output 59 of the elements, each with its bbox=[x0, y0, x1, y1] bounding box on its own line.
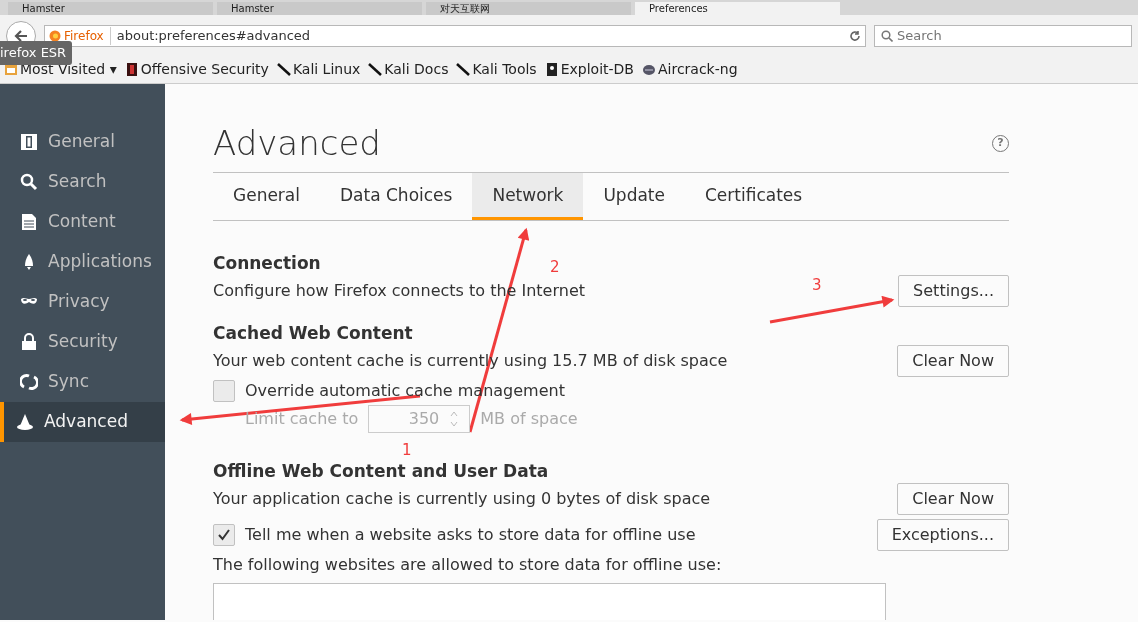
list-label: The following websites are allowed to store data for offline use: bbox=[213, 553, 722, 576]
firefox-logo-icon bbox=[49, 29, 61, 42]
url-text: about:preferences#advanced bbox=[116, 26, 312, 45]
exceptions-button[interactable]: Exceptions... bbox=[876, 518, 1009, 551]
checkbox[interactable] bbox=[213, 379, 235, 402]
unit-label: MB of space bbox=[480, 407, 578, 430]
settings-button[interactable]: Settings... bbox=[898, 274, 1009, 307]
bookmark-link[interactable]: Aircrack-ng bbox=[641, 59, 738, 80]
sidebar-item[interactable]: Applications bbox=[0, 242, 165, 282]
folder-icon bbox=[4, 62, 18, 77]
address-field[interactable]: Firefox about:preferences#advanced bbox=[44, 24, 866, 47]
bookmark-icon bbox=[544, 62, 559, 77]
padlock-icon bbox=[20, 333, 38, 351]
tab[interactable]: Data Choices bbox=[320, 173, 473, 220]
browser-tab[interactable]: 对天互联网 bbox=[426, 2, 631, 15]
tab[interactable]: Update bbox=[583, 173, 685, 220]
bookmark-link[interactable]: Kali Linux bbox=[276, 59, 361, 80]
bookmark-link[interactable]: Exploit-DB bbox=[544, 59, 634, 80]
annotation-number: 2 bbox=[550, 258, 560, 276]
clear-now-button[interactable]: Clear Now bbox=[897, 344, 1009, 377]
tab[interactable]: Network bbox=[472, 173, 584, 220]
browser-tab[interactable]: Preferences bbox=[635, 2, 840, 15]
browser-tab[interactable]: Hamster bbox=[8, 2, 213, 15]
tooltip: irefox ESR bbox=[0, 41, 73, 65]
checkbox[interactable] bbox=[213, 523, 235, 546]
browser-tab[interactable]: Hamster bbox=[217, 2, 422, 15]
limit-label: Limit cache to bbox=[245, 407, 359, 430]
sidebar-item[interactable]: Security bbox=[0, 322, 165, 362]
document-icon bbox=[20, 213, 38, 231]
sync-icon bbox=[20, 373, 38, 391]
tab[interactable]: General bbox=[213, 173, 320, 220]
section-description: Your application cache is currently using 0 bytes of disk space bbox=[213, 487, 711, 510]
annotation-number: 3 bbox=[812, 276, 822, 294]
bookmark-link[interactable]: Kali Tools bbox=[456, 59, 537, 80]
search-icon bbox=[20, 173, 38, 191]
sidebar-item[interactable]: Content bbox=[0, 202, 165, 242]
sidebar-item[interactable]: Advanced bbox=[0, 402, 165, 442]
search-box[interactable]: Search bbox=[874, 24, 1132, 47]
reload-icon[interactable] bbox=[849, 29, 861, 42]
wizard-hat-icon bbox=[16, 413, 34, 431]
tab[interactable]: Certificates bbox=[685, 173, 823, 220]
mask-icon bbox=[20, 298, 38, 306]
checkbox-label: Tell me when a website asks to store data for offline use bbox=[245, 523, 696, 546]
section-heading: Connection bbox=[213, 251, 321, 275]
page-title: Advanced bbox=[213, 122, 381, 164]
bookmark-link[interactable]: Offensive Security bbox=[124, 59, 269, 80]
sidebar-item[interactable]: Sync bbox=[0, 362, 165, 402]
bookmark-icon bbox=[124, 62, 139, 77]
sidebar-item[interactable]: General bbox=[0, 122, 165, 162]
search-icon bbox=[881, 29, 893, 42]
section-heading: Cached Web Content bbox=[213, 321, 413, 345]
clear-now-button[interactable]: Clear Now bbox=[897, 482, 1009, 515]
checkmark-icon bbox=[217, 527, 231, 542]
back-arrow-icon bbox=[13, 27, 29, 44]
sidebar-item[interactable]: Search bbox=[0, 162, 165, 202]
sidebar-item[interactable]: Privacy bbox=[0, 282, 165, 322]
bookmark-link[interactable]: Kali Docs bbox=[368, 59, 449, 80]
annotation-number: 1 bbox=[402, 441, 412, 459]
section-heading: Offline Web Content and User Data bbox=[213, 459, 549, 483]
